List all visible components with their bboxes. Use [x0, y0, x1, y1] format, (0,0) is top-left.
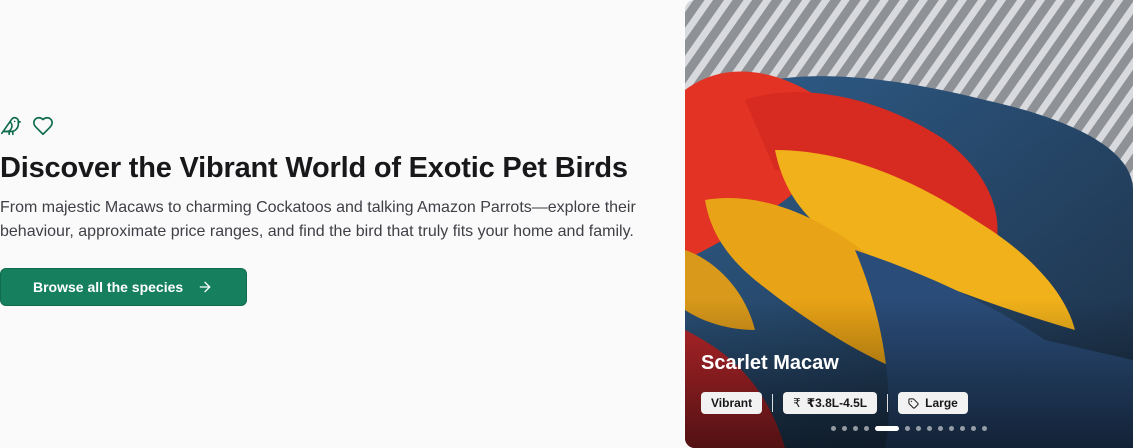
size-tag: Large [898, 392, 968, 414]
carousel-dot[interactable] [875, 426, 899, 431]
bird-carousel-card[interactable]: Scarlet Macaw Vibrant ₹ ₹3.8L-4.5L Large [685, 0, 1133, 448]
carousel-dot[interactable] [982, 426, 987, 431]
price-tag: ₹ ₹3.8L-4.5L [783, 392, 878, 414]
temperament-tag: Vibrant [701, 392, 763, 414]
carousel-dot[interactable] [916, 426, 921, 431]
tag-icon [908, 397, 919, 409]
carousel-dot[interactable] [938, 426, 943, 431]
heart-icon [32, 115, 54, 137]
carousel-dot[interactable] [853, 426, 858, 431]
tag-divider [887, 394, 889, 412]
bird-tags: Vibrant ₹ ₹3.8L-4.5L Large [701, 392, 968, 414]
carousel-dot[interactable] [831, 426, 836, 431]
carousel-pagination [831, 426, 987, 431]
bird-name: Scarlet Macaw [701, 352, 839, 374]
hero-subtitle: From majestic Macaws to charming Cockato… [0, 199, 636, 240]
carousel-dot[interactable] [960, 426, 965, 431]
carousel-dot[interactable] [864, 426, 869, 431]
bird-icon [0, 115, 22, 137]
browse-species-button[interactable]: Browse all the species [0, 268, 247, 306]
carousel-dot[interactable] [927, 426, 932, 431]
browse-species-label: Browse all the species [33, 279, 184, 295]
page-title: Discover the Vibrant World of Exotic Pet… [0, 152, 628, 184]
carousel-dot[interactable] [949, 426, 954, 431]
rupee-icon: ₹ [793, 396, 801, 410]
carousel-dot[interactable] [905, 426, 910, 431]
tag-divider [772, 394, 774, 412]
carousel-dot[interactable] [971, 426, 976, 431]
hero-icon-row [0, 114, 660, 138]
carousel-dot[interactable] [842, 426, 847, 431]
hero-section: Discover the Vibrant World of Exotic Pet… [0, 114, 660, 306]
arrow-right-icon [199, 281, 211, 293]
